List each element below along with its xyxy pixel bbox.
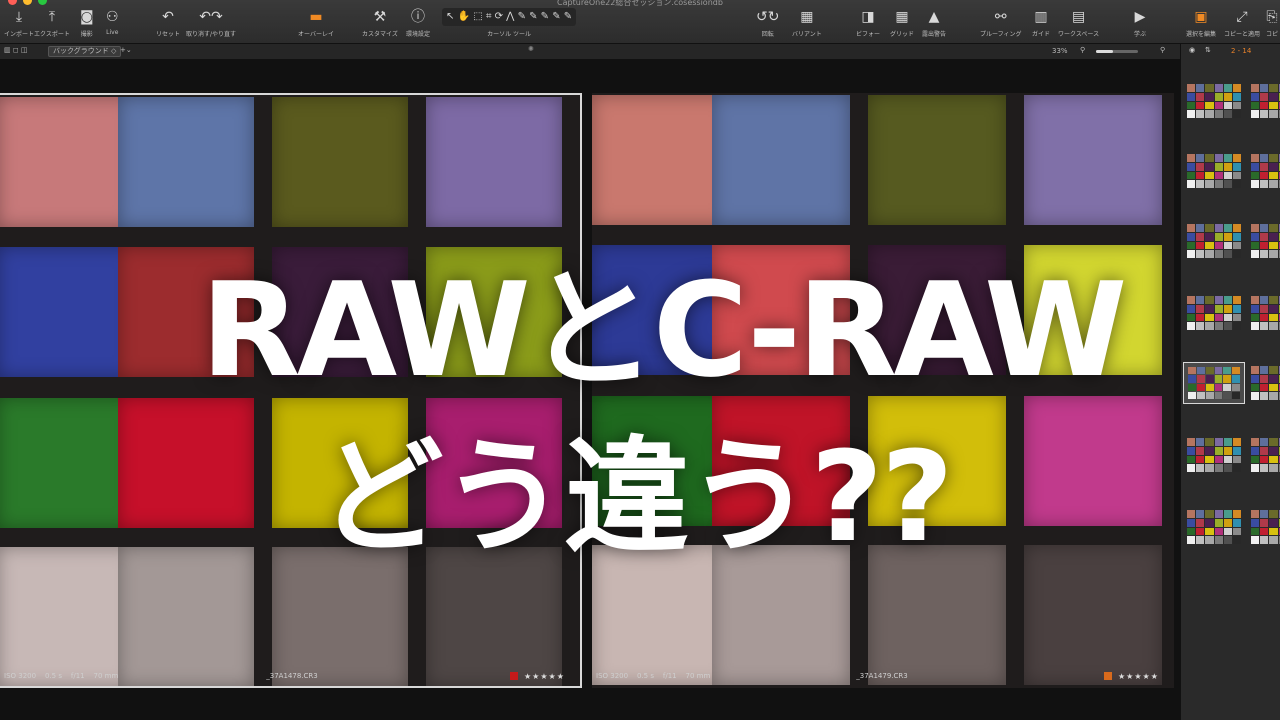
download-arrow-icon: ⤓ [15, 9, 23, 25]
live-button[interactable]: ⚇ Live [106, 8, 119, 36]
guide-icon: ▥ [1034, 9, 1048, 25]
exif-info: ISO 3200 0.5 s f/11 70 mm [4, 672, 119, 680]
background-select[interactable]: バックグラウンド ◇ [48, 46, 122, 57]
thumbnail[interactable] [1247, 506, 1280, 548]
exposure-warning-icon: ▲ [928, 9, 940, 25]
image-caption-left: ISO 3200 0.5 s f/11 70 mm _37A1478.CR3 ★… [4, 668, 582, 684]
variant-button[interactable]: ▦ バリアント [792, 8, 822, 38]
upload-arrow-icon: ⤒ [48, 9, 56, 25]
color-patch [272, 97, 408, 227]
view-mode-icon[interactable]: ▥ ◻ ◫ [4, 46, 28, 54]
zoom-in-icon[interactable]: ⚲ [1160, 46, 1165, 54]
window-title: CaptureOne22総合セッション.cosessiondb [557, 0, 723, 7]
thumbnail[interactable] [1247, 434, 1280, 476]
star-rating[interactable]: ★★★★★ [524, 672, 565, 681]
copy-icon: ⎘ [1266, 9, 1278, 25]
proofing-button[interactable]: ⚯ プルーフィング [980, 8, 1022, 38]
image-count: 2 - 14 [1231, 47, 1252, 55]
zoom-slider[interactable] [1096, 50, 1138, 53]
overlay-title-line1: RAWとC-RAW [200, 254, 1128, 406]
reset-icon: ↶ [162, 9, 174, 25]
before-after-button[interactable]: ◨ ビフォー [856, 8, 880, 38]
thumbnail[interactable] [1247, 80, 1280, 122]
undo-redo-icon: ↶↷ [199, 9, 223, 25]
customize-button[interactable]: ⚒ カスタマイズ [362, 8, 398, 38]
rotate-button[interactable]: ↺↻ 回転 [756, 8, 779, 38]
learn-icon: ▶ [1134, 9, 1146, 25]
preferences-button[interactable]: ⓘ 環境設定 [406, 8, 430, 38]
rotate-icon: ↺↻ [756, 9, 780, 25]
filename: _37A1479.CR3 [856, 672, 908, 680]
edit-selection-icon: ▣ [1194, 9, 1208, 25]
customize-tools-icon: ⚒ [373, 9, 387, 25]
overlay-title-line2: どう違う?? [318, 425, 953, 570]
add-icon[interactable]: +⌄ [120, 46, 132, 54]
eye-icon[interactable]: ◉ [1189, 46, 1195, 54]
star-rating[interactable]: ★★★★★ [1118, 672, 1159, 681]
tether-live-icon: ⚇ [106, 9, 119, 25]
cursor-tools-icon: ↖ ✋ ⬚ ⌗ ⟳ ⋀ ✎ ✎ ✎ ✎ ✎ [442, 8, 577, 26]
color-patch [868, 95, 1006, 225]
workspace-icon: ▤ [1071, 9, 1086, 25]
thumbnail[interactable] [1183, 150, 1245, 192]
zoom-level: 33% [1052, 47, 1068, 55]
color-patch [712, 95, 850, 225]
workspace-button[interactable]: ▤ ワークスペース [1058, 8, 1099, 38]
color-tag-red[interactable] [510, 672, 518, 680]
thumbnail[interactable] [1247, 150, 1280, 192]
copy-apply-button[interactable]: ⤢ コピーと適用 [1224, 8, 1260, 38]
zoom-out-icon[interactable]: ⚲ [1080, 46, 1085, 54]
loading-spinner-icon: ✺ [528, 45, 534, 53]
color-patch [592, 95, 730, 225]
cursor-tools-group[interactable]: ↖ ✋ ⬚ ⌗ ⟳ ⋀ ✎ ✎ ✎ ✎ ✎ カーソル ツール [442, 8, 577, 38]
overlay-button[interactable]: ▬ オーバーレイ [298, 8, 334, 38]
proofing-icon: ⚯ [994, 9, 1007, 25]
camera-icon: ◙ [80, 9, 94, 25]
preferences-icon: ⓘ [411, 9, 425, 25]
reset-button[interactable]: ↶ リセット [156, 8, 180, 38]
export-button[interactable]: ⤒ エクスポート [34, 8, 70, 38]
before-after-icon: ◨ [861, 9, 875, 25]
browser-header: ◉ ⇅ 2 - 14 [1181, 44, 1280, 60]
overlay-icon: ▬ [309, 9, 323, 25]
exposure-warning-button[interactable]: ▲ 露出警告 [922, 8, 946, 38]
filename: _37A1478.CR3 [266, 672, 318, 680]
capture-button[interactable]: ◙ 撮影 [80, 8, 94, 38]
color-tag-orange[interactable] [1104, 672, 1112, 680]
color-patch [1024, 95, 1162, 225]
variant-icon: ▦ [800, 9, 814, 25]
import-button[interactable]: ⤓ インポート [4, 8, 34, 38]
main-toolbar: CaptureOne22総合セッション.cosessiondb ⤓ インポート … [0, 0, 1280, 44]
undo-redo-button[interactable]: ↶↷ 取り消す/やり直す [186, 8, 236, 38]
image-caption-right: ISO 3200 0.5 s f/11 70 mm _37A1479.CR3 ★… [596, 668, 1174, 684]
thumbnail[interactable] [1183, 80, 1245, 122]
viewer-subbar: ▥ ◻ ◫ バックグラウンド ◇ +⌄ ✺ 33% ⚲ ⚲ [0, 44, 1180, 60]
sort-icon[interactable]: ⇅ [1205, 46, 1211, 54]
copy-button[interactable]: ⎘ コピ [1266, 8, 1278, 38]
color-patch [426, 97, 562, 227]
grid-icon: ▦ [895, 9, 909, 25]
color-patch [0, 97, 134, 227]
learn-button[interactable]: ▶ 学ぶ [1134, 8, 1146, 38]
color-patch [118, 97, 254, 227]
guide-button[interactable]: ▥ ガイド [1032, 8, 1050, 38]
copy-apply-icon: ⤢ [1236, 9, 1248, 25]
grid-button[interactable]: ▦ グリッド [890, 8, 914, 38]
exif-info: ISO 3200 0.5 s f/11 70 mm [596, 672, 711, 680]
edit-selection-button[interactable]: ▣ 選択を編集 [1186, 8, 1216, 38]
